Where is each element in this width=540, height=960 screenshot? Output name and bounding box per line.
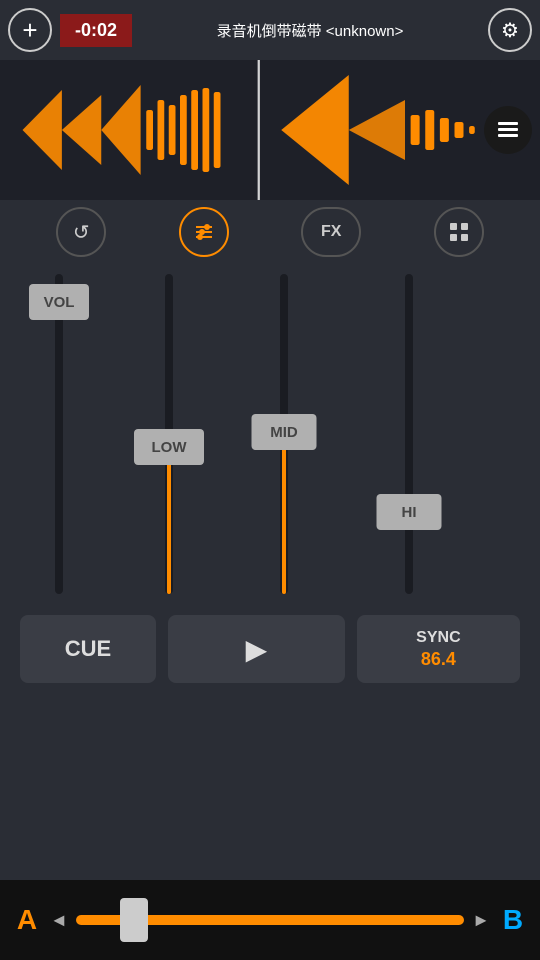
crossfader-label-b: B (498, 904, 528, 936)
low-slider-fill (167, 454, 171, 594)
eq-button[interactable] (179, 207, 229, 257)
crossfader-label-a: A (12, 904, 42, 936)
eq-icon (192, 220, 216, 244)
low-label: LOW (152, 439, 187, 456)
cue-button[interactable]: CUE (20, 615, 156, 683)
low-slider[interactable]: LOW (165, 274, 173, 594)
time-display: -0:02 (60, 14, 132, 47)
sync-bpm: 86.4 (421, 649, 456, 670)
waveform-svg (0, 60, 540, 200)
fx-button[interactable]: FX (301, 207, 361, 257)
grid-button[interactable] (434, 207, 484, 257)
loop-icon: ↺ (73, 220, 90, 245)
mid-slider-container: MID (280, 274, 288, 594)
play-button[interactable]: ▶ (168, 615, 345, 683)
waveform-menu-button[interactable] (484, 106, 532, 154)
low-slider-container: LOW (165, 274, 173, 594)
hi-slider-container: HI (405, 274, 413, 594)
sync-button[interactable]: SYNC 86.4 (357, 615, 520, 683)
hi-slider[interactable]: HI (405, 274, 413, 594)
arrow-right-icon: ► (472, 910, 490, 931)
waveform-container[interactable] (0, 60, 540, 200)
header: + -0:02 录音机倒带磁带 <unknown> ⚙ (0, 0, 540, 60)
fx-label: FX (321, 223, 341, 241)
mid-slider[interactable]: MID (280, 274, 288, 594)
vol-slider[interactable]: VOL (55, 274, 63, 594)
mixer-area: VOL LOW MID HI (0, 264, 540, 694)
vol-slider-container: VOL (55, 274, 63, 594)
add-button[interactable]: + (8, 8, 52, 52)
grid-icon (447, 220, 471, 244)
cue-label: CUE (65, 636, 111, 661)
bottom-buttons: CUE ▶ SYNC 86.4 (0, 604, 540, 694)
play-icon: ▶ (246, 633, 268, 666)
track-info: 录音机倒带磁带 <unknown> (140, 20, 480, 41)
crossfader-thumb[interactable] (120, 898, 148, 942)
bars-icon (494, 116, 522, 144)
vol-label: VOL (44, 294, 75, 311)
arrow-left-icon: ◄ (50, 910, 68, 931)
sync-label: SYNC (416, 629, 460, 647)
crossfader-track[interactable] (76, 915, 464, 925)
controls-row: ↺ FX (0, 200, 540, 264)
hi-label: HI (402, 504, 417, 521)
plus-icon: + (22, 15, 37, 46)
crossfader-area: A ◄ ► B (0, 880, 540, 960)
loop-button[interactable]: ↺ (56, 207, 106, 257)
settings-icon: ⚙ (501, 18, 519, 43)
settings-button[interactable]: ⚙ (488, 8, 532, 52)
mid-slider-fill (282, 439, 286, 594)
mid-label: MID (270, 424, 298, 441)
